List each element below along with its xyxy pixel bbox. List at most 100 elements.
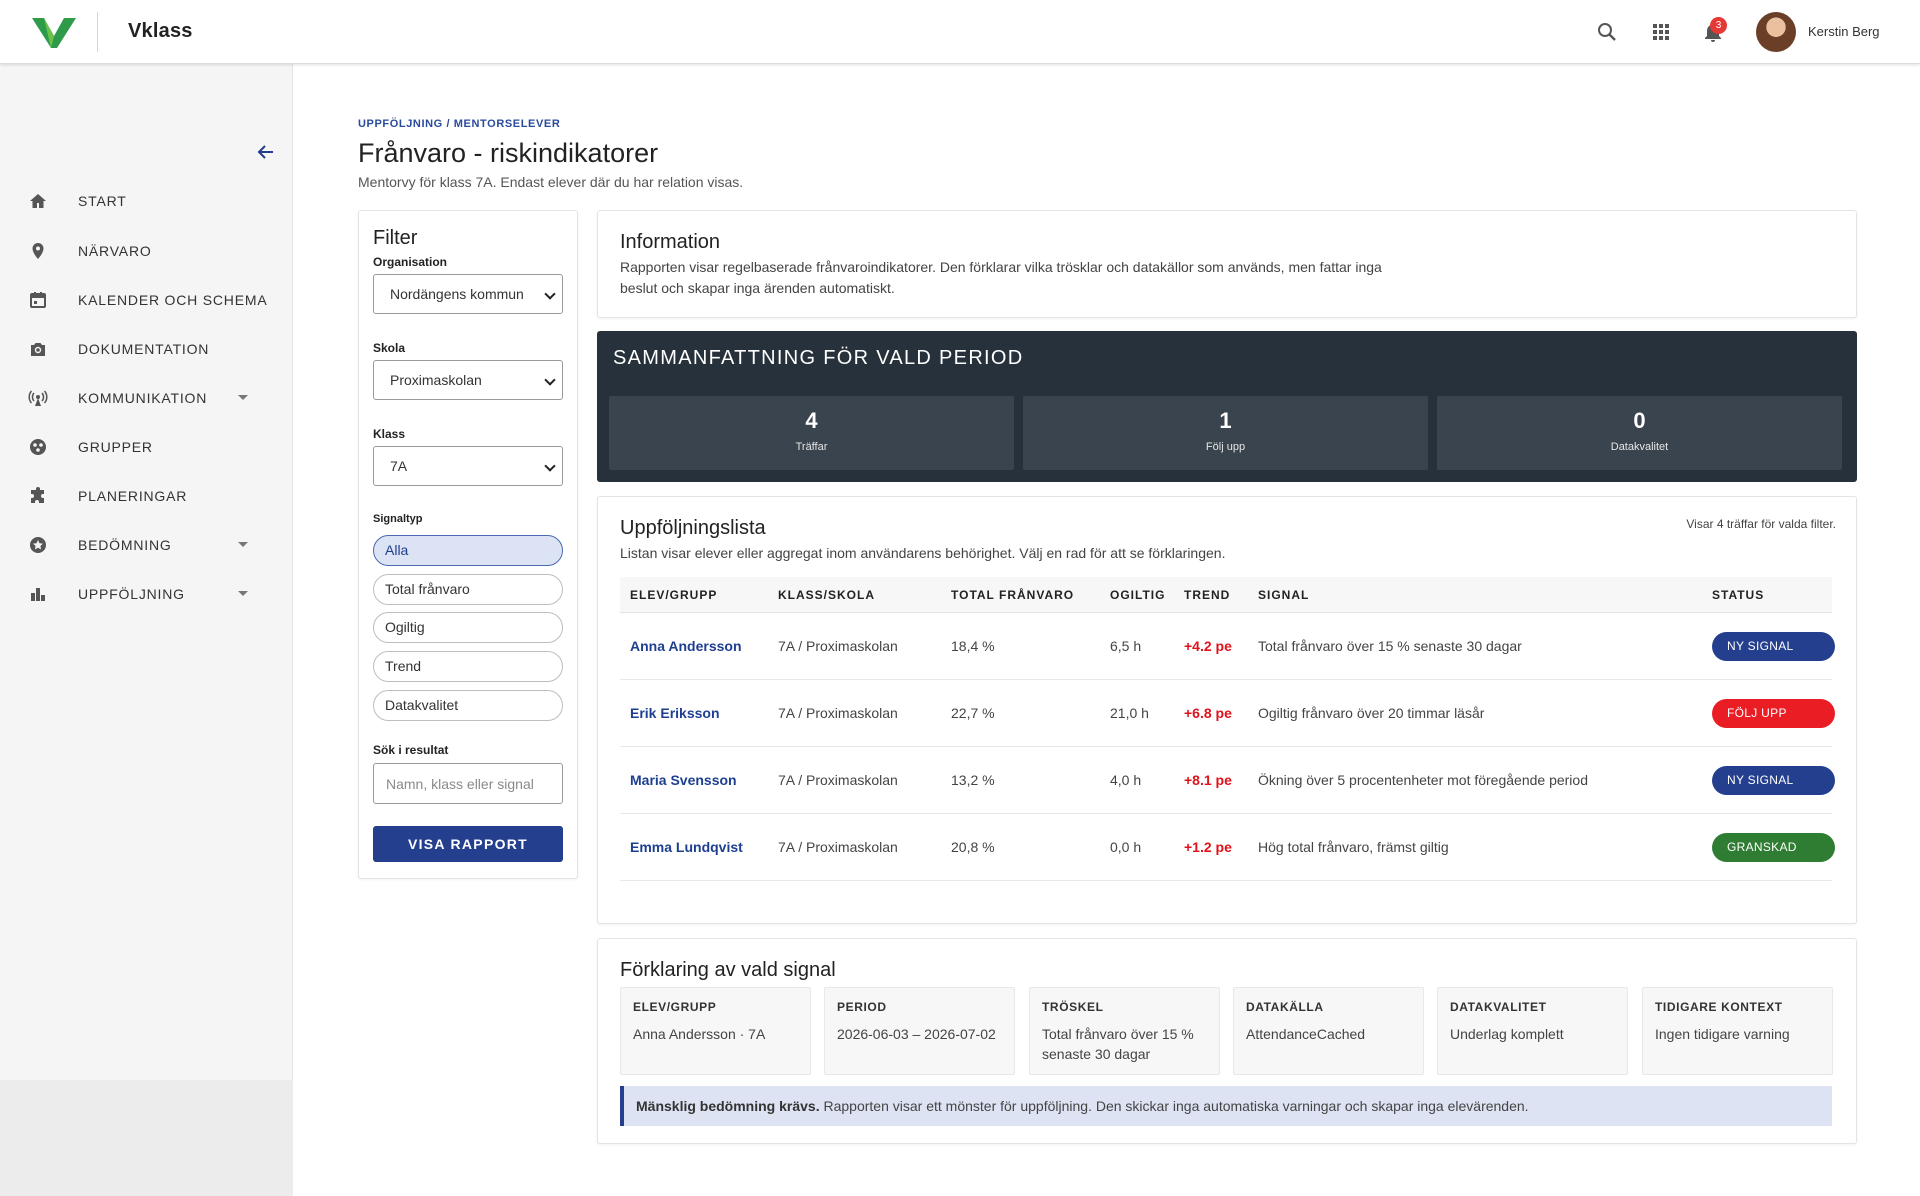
sidebar-item-bedomning[interactable]: BEDÖMNING	[0, 525, 293, 565]
table-row[interactable]: Emma Lundqvist 7A / Proximaskolan 20,8 %…	[620, 814, 1835, 881]
sidebar-item-label: UPPFÖLJNING	[78, 586, 185, 602]
followup-title: Uppföljningslista	[620, 517, 766, 539]
class-school-cell: 7A / Proximaskolan	[778, 839, 898, 855]
column-header[interactable]: ELEV/GRUPP	[630, 588, 717, 602]
home-icon	[30, 194, 46, 208]
school-label: Skola	[373, 341, 406, 355]
trend-cell: +1.2 pe	[1184, 839, 1232, 855]
sidebar-item-planeringar[interactable]: PLANERINGAR	[0, 476, 293, 516]
breadcrumb[interactable]: UPPFÖLJNING / MENTORSELEVER	[358, 118, 560, 130]
information-title: Information	[620, 231, 721, 253]
note-text: Rapporten visar ett mönster för uppföljn…	[819, 1098, 1529, 1114]
table-header: ELEV/GRUPP KLASS/SKOLA TOTAL FRÅNVARO OG…	[620, 577, 1832, 613]
puzzle-icon	[31, 487, 44, 503]
column-header[interactable]: KLASS/SKOLA	[778, 588, 875, 602]
class-school-cell: 7A / Proximaskolan	[778, 705, 898, 721]
detail-prior-context: TIDIGARE KONTEXT Ingen tidigare varning	[1642, 987, 1833, 1075]
information-card: Information Rapporten visar regelbaserad…	[597, 210, 1857, 318]
followup-description: Listan visar elever eller aggregat inom …	[620, 545, 1226, 561]
stat-label: Datakvalitet	[1610, 441, 1669, 453]
show-report-button[interactable]: VISA RAPPORT	[373, 826, 563, 862]
detail-label: ELEV/GRUPP	[633, 1000, 717, 1014]
logo-divider	[97, 12, 98, 52]
organisation-select[interactable]: Nordängens kommun	[373, 274, 563, 314]
detail-student-group: ELEV/GRUPP Anna Andersson · 7A	[620, 987, 811, 1075]
student-name-link[interactable]: Anna Andersson	[630, 638, 742, 654]
chip-ogiltig[interactable]: Ogiltig	[373, 612, 563, 643]
sidebar-item-label: BEDÖMNING	[78, 537, 172, 553]
location-pin-icon	[32, 243, 44, 259]
student-name-link[interactable]: Erik Eriksson	[630, 705, 720, 721]
sidebar-footer	[0, 1080, 293, 1196]
sidebar-item-narvaro[interactable]: NÄRVARO	[0, 231, 293, 271]
column-header[interactable]: SIGNAL	[1258, 588, 1309, 602]
sidebar: START NÄRVARO KALENDER OCH SCHEMA DOKUME…	[0, 64, 293, 1196]
chip-datakvalitet[interactable]: Datakvalitet	[373, 690, 563, 721]
stat-traffar[interactable]: 4 Träffar	[609, 396, 1014, 470]
status-badge: GRANSKAD	[1712, 833, 1835, 862]
student-name-link[interactable]: Maria Svensson	[630, 772, 737, 788]
stat-datakvalitet[interactable]: 0 Datakvalitet	[1437, 396, 1842, 470]
sidebar-item-kalender[interactable]: KALENDER OCH SCHEMA	[0, 280, 293, 320]
detail-label: PERIOD	[837, 1000, 887, 1014]
sidebar-item-kommunikation[interactable]: KOMMUNIKATION	[0, 378, 293, 418]
trend-cell: +6.8 pe	[1184, 705, 1232, 721]
calendar-icon	[30, 292, 46, 308]
detail-value: Ingen tidigare varning	[1655, 1026, 1790, 1042]
sidebar-item-grupper[interactable]: GRUPPER	[0, 427, 293, 467]
detail-label: TIDIGARE KONTEXT	[1655, 1000, 1783, 1014]
table-row[interactable]: Erik Eriksson 7A / Proximaskolan 22,7 % …	[620, 680, 1835, 747]
sidebar-item-label: KOMMUNIKATION	[78, 390, 208, 406]
sidebar-item-label: PLANERINGAR	[78, 488, 188, 504]
chevron-down-icon	[238, 542, 248, 547]
trend-cell: +4.2 pe	[1184, 638, 1232, 654]
followup-list-card: Uppföljningslista Visar 4 träffar för va…	[597, 496, 1857, 924]
sidebar-item-start[interactable]: START	[0, 181, 293, 221]
table-row[interactable]: Anna Andersson 7A / Proximaskolan 18,4 %…	[620, 613, 1835, 680]
brand-name[interactable]: Vklass	[128, 20, 193, 43]
table-row[interactable]: Maria Svensson 7A / Proximaskolan 13,2 %…	[620, 747, 1835, 814]
collapse-sidebar-arrow-icon[interactable]	[256, 142, 276, 162]
column-header[interactable]: STATUS	[1712, 588, 1764, 602]
top-bar: Vklass 3 Kerstin Berg	[0, 0, 1920, 64]
camera-icon	[31, 343, 45, 356]
signal-cell: Ogiltig frånvaro över 20 timmar läsår	[1258, 705, 1485, 721]
sidebar-item-uppfoljning[interactable]: UPPFÖLJNING	[0, 574, 293, 614]
stat-label: Träffar	[795, 441, 828, 453]
student-name-link[interactable]: Emma Lundqvist	[630, 839, 743, 855]
organisation-select-value: Nordängens kommun	[390, 286, 524, 302]
results-count: Visar 4 träffar för valda filter.	[1686, 517, 1836, 531]
chip-trend[interactable]: Trend	[373, 651, 563, 682]
filter-panel: Filter Organisation Nordängens kommun Sk…	[358, 210, 578, 879]
summary-panel: SAMMANFATTNING FÖR VALD PERIOD 4 Träffar…	[597, 331, 1857, 482]
filter-title: Filter	[373, 227, 418, 249]
search-results-input[interactable]	[373, 763, 563, 804]
detail-value: 2026-06-03 – 2026-07-02	[837, 1026, 996, 1042]
column-header[interactable]: OGILTIG	[1110, 588, 1165, 602]
sidebar-item-label: START	[78, 193, 127, 209]
detail-data-source: DATAKÄLLA AttendanceCached	[1233, 987, 1424, 1075]
sidebar-item-label: NÄRVARO	[78, 243, 152, 259]
class-select[interactable]: 7A	[373, 446, 563, 486]
school-select[interactable]: Proximaskolan	[373, 360, 563, 400]
stat-folj-upp[interactable]: 1 Följ upp	[1023, 396, 1428, 470]
sidebar-item-label: GRUPPER	[78, 439, 153, 455]
avatar[interactable]	[1756, 12, 1796, 52]
sidebar-item-dokumentation[interactable]: DOKUMENTATION	[0, 329, 293, 369]
class-school-cell: 7A / Proximaskolan	[778, 772, 898, 788]
vklass-logo[interactable]	[30, 14, 78, 50]
chip-total-franvaro[interactable]: Total frånvaro	[373, 574, 563, 605]
total-absence-cell: 22,7 %	[951, 705, 995, 721]
organisation-label: Organisation	[373, 255, 448, 269]
invalid-absence-cell: 0,0 h	[1110, 839, 1142, 855]
apps-grid-icon[interactable]	[1649, 20, 1673, 44]
explanation-title: Förklaring av vald signal	[620, 959, 836, 981]
total-absence-cell: 20,8 %	[951, 839, 995, 855]
chip-alla[interactable]: Alla	[373, 535, 563, 566]
user-name[interactable]: Kerstin Berg	[1808, 24, 1880, 39]
page-title: Frånvaro - riskindikatorer	[358, 138, 659, 168]
star-badge-icon	[30, 537, 46, 553]
column-header[interactable]: TOTAL FRÅNVARO	[951, 588, 1074, 602]
column-header[interactable]: TREND	[1184, 588, 1230, 602]
search-icon[interactable]	[1595, 20, 1619, 44]
